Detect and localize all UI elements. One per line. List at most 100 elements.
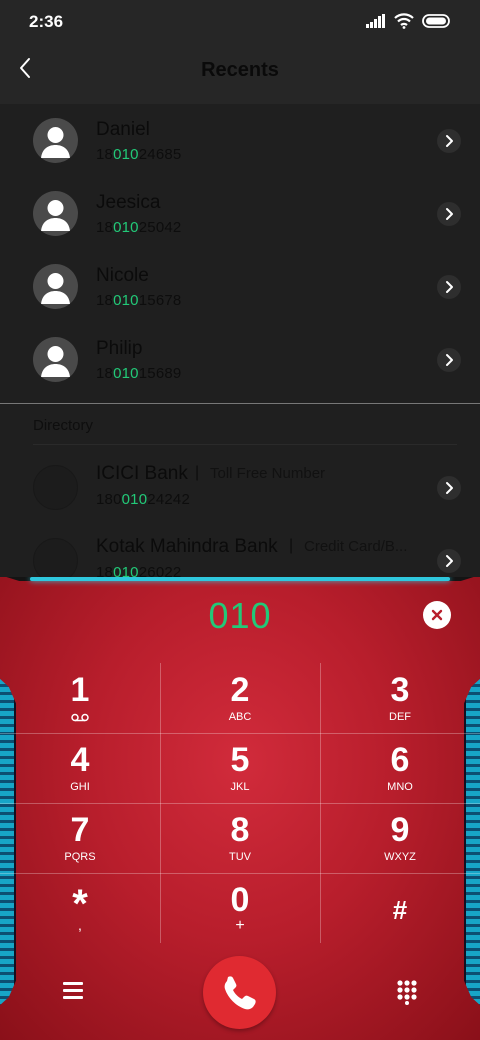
- contact-name: Philip: [96, 338, 143, 359]
- key-1[interactable]: 1: [0, 663, 160, 733]
- key-digit: #: [392, 895, 408, 925]
- chevron-right-icon: [446, 354, 453, 366]
- key-9[interactable]: 9 WXYZ: [320, 803, 480, 873]
- key-letters: +: [235, 917, 245, 934]
- key-2[interactable]: 2 ABC: [160, 663, 320, 733]
- directory-label: Directory: [33, 417, 94, 434]
- directory-row[interactable]: ICICI Bank | Toll Free Number 18001024242: [0, 451, 480, 524]
- signal-icon: [366, 14, 385, 28]
- business-name: ICICI Bank: [96, 463, 188, 484]
- key-letters: DEF: [389, 711, 411, 723]
- key-digit: 2: [230, 671, 250, 709]
- key-digit: *: [72, 882, 88, 926]
- number-match: 010: [113, 146, 139, 163]
- details-button[interactable]: [437, 476, 461, 500]
- key-5[interactable]: 5 JKL: [160, 733, 320, 803]
- number-prefix: 18: [96, 146, 114, 163]
- contact-number: 1801015678: [96, 292, 181, 309]
- chevron-right-icon: [446, 135, 453, 147]
- key-8[interactable]: 8 TUV: [160, 803, 320, 873]
- avatar: [33, 264, 78, 309]
- status-bar: 2:36: [0, 0, 480, 44]
- call-button[interactable]: [203, 956, 276, 1029]
- number-match: 010: [121, 491, 148, 508]
- voicemail-icon: [71, 713, 89, 722]
- key-6[interactable]: 6 MNO: [320, 733, 480, 803]
- key-7[interactable]: 7 PQRS: [0, 803, 160, 873]
- dialer-pad: 010 1 2 ABC 3 DEF 4 GHI 5 JKL 6 MNO 7 PQRS 8 TUV 9 WXYZ *…: [0, 577, 480, 1040]
- number-prefix: 18: [96, 292, 114, 309]
- business-tag: Toll Free Number: [210, 465, 326, 482]
- key-letters: GHI: [70, 781, 90, 793]
- key-digit: 7: [70, 811, 90, 849]
- number-suffix: 24685: [138, 146, 182, 163]
- key-letters: TUV: [229, 851, 251, 863]
- recent-call-row[interactable]: Philip 1801015689: [0, 323, 480, 396]
- details-button[interactable]: [437, 202, 461, 226]
- key-digit: 0: [230, 881, 250, 919]
- key-4[interactable]: 4 GHI: [0, 733, 160, 803]
- person-icon: [41, 346, 70, 377]
- contact-name: Daniel: [96, 119, 150, 140]
- key-digit: 5: [230, 741, 250, 779]
- details-button[interactable]: [437, 129, 461, 153]
- key-star[interactable]: *,: [0, 873, 160, 943]
- avatar: [33, 465, 78, 510]
- details-button[interactable]: [437, 275, 461, 299]
- number-prefix: 180: [96, 491, 122, 508]
- battery-icon: [422, 14, 450, 28]
- avatar: [33, 118, 78, 163]
- number-prefix: 18: [96, 219, 114, 236]
- wifi-icon: [394, 13, 414, 29]
- person-icon: [41, 200, 70, 231]
- header: Recents: [0, 44, 480, 104]
- close-icon: [431, 609, 443, 621]
- directory-section: Directory ICICI Bank | Toll Free Number 180…: [0, 405, 480, 583]
- number-match: 010: [113, 292, 139, 309]
- menu-icon[interactable]: [60, 979, 86, 1003]
- divider: [33, 444, 457, 445]
- person-icon: [41, 273, 70, 304]
- separator: |: [195, 464, 200, 481]
- status-icons: [366, 13, 452, 29]
- recent-call-row[interactable]: Jeesica 1801025042: [0, 177, 480, 250]
- contact-number: 1801025042: [96, 219, 181, 236]
- key-letters: ,: [78, 917, 82, 933]
- separator: |: [289, 537, 294, 554]
- number-suffix: 25042: [138, 219, 182, 236]
- chevron-right-icon: [446, 482, 453, 494]
- number-suffix: 15678: [138, 292, 182, 309]
- number-prefix: 18: [96, 365, 114, 382]
- dialed-number[interactable]: 010: [0, 595, 480, 637]
- key-letters: MNO: [387, 781, 413, 793]
- chevron-right-icon: [446, 555, 453, 567]
- recents-list: Daniel 1801024685 Jeesica 1801025042 Nicole 1…: [0, 104, 480, 404]
- page-title: Recents: [201, 59, 279, 81]
- number-match: 010: [113, 219, 139, 236]
- contact-number: 1801015689: [96, 365, 181, 382]
- key-hash[interactable]: #: [320, 873, 480, 943]
- key-3[interactable]: 3 DEF: [320, 663, 480, 733]
- chevron-right-icon: [446, 208, 453, 220]
- keypad-icon[interactable]: [394, 979, 420, 1005]
- dialer-top-glow: [30, 577, 450, 581]
- key-digit: 3: [390, 671, 410, 709]
- recent-call-row[interactable]: Daniel 1801024685: [0, 104, 480, 177]
- contact-name: Jeesica: [96, 192, 161, 213]
- key-digit: 8: [230, 811, 250, 849]
- recent-call-row[interactable]: Nicole 1801015678: [0, 250, 480, 323]
- key-letters: WXYZ: [384, 851, 416, 863]
- contact-name: Nicole: [96, 265, 149, 286]
- phone-icon: [224, 976, 256, 1010]
- key-digit: 6: [390, 741, 410, 779]
- business-number: 18001024242: [96, 491, 190, 508]
- business-name: Kotak Mahindra Bank: [96, 536, 278, 557]
- key-0[interactable]: 0 +: [160, 873, 320, 943]
- details-button[interactable]: [437, 348, 461, 372]
- details-button[interactable]: [437, 549, 461, 573]
- clear-button[interactable]: [423, 601, 451, 629]
- avatar: [33, 191, 78, 236]
- key-digit: 1: [70, 671, 90, 709]
- business-tag: Credit Card/B...: [304, 538, 408, 555]
- number-match: 010: [113, 365, 139, 382]
